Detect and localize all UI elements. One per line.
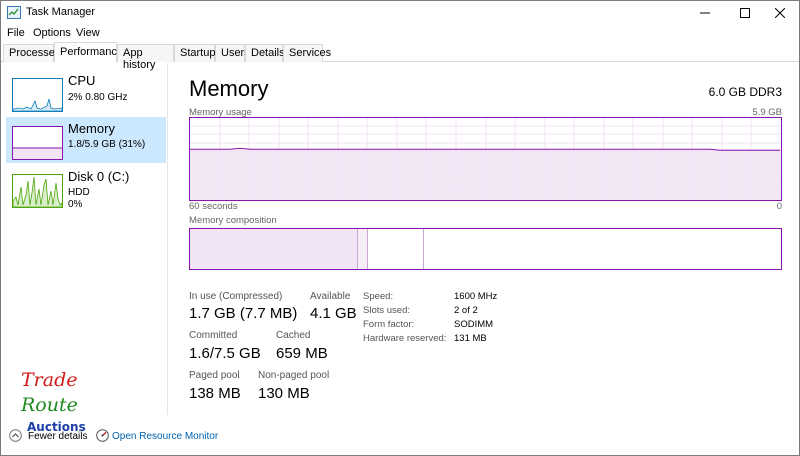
- slots-used-value: 2 of 2: [454, 305, 478, 316]
- in-use-label: In use (Compressed): [189, 291, 283, 302]
- tab-processes[interactable]: Processes: [3, 44, 60, 62]
- committed-value: 1.6/7.5 GB: [189, 345, 261, 362]
- close-button[interactable]: [761, 1, 799, 24]
- performance-sidebar: CPU 2% 0.80 GHz Memory 1.8/5.9 GB (31%) …: [1, 63, 168, 415]
- sidebar-item-disk[interactable]: Disk 0 (C:) HDD 0%: [6, 165, 166, 211]
- memory-spec: 6.0 GB DDR3: [708, 85, 782, 99]
- sidebar-cpu-title: CPU: [68, 73, 96, 88]
- sidebar-item-cpu[interactable]: CPU 2% 0.80 GHz: [6, 69, 166, 115]
- memory-thumbnail-graph: [12, 126, 63, 160]
- form-factor-value: SODIMM: [454, 319, 494, 330]
- title-bar: Task Manager: [1, 1, 799, 24]
- time-zero-label: 0: [776, 201, 782, 212]
- close-icon: [775, 7, 785, 18]
- sidebar-memory-usage: 1.8/5.9 GB (31%): [68, 139, 146, 150]
- tab-performance[interactable]: Performance: [54, 42, 123, 63]
- open-resource-monitor-link[interactable]: Open Resource Monitor: [112, 431, 218, 442]
- memory-composition-bar: [189, 228, 782, 270]
- minimize-button[interactable]: [686, 1, 724, 24]
- speed-label: Speed:: [363, 291, 394, 302]
- tab-bar: Processes Performance App history Startu…: [1, 42, 799, 71]
- menu-options[interactable]: Options: [33, 27, 71, 39]
- sidebar-disk-title: Disk 0 (C:): [68, 169, 130, 184]
- sidebar-cpu-usage: 2% 0.80 GHz: [68, 92, 128, 103]
- cpu-thumbnail-graph: [12, 78, 63, 112]
- task-manager-window: Task Manager File Options View Processes…: [0, 0, 800, 456]
- hardware-reserved-label: Hardware reserved:: [363, 333, 447, 344]
- footer-bar: Fewer details Open Resource Monitor: [1, 423, 799, 455]
- menu-file[interactable]: File: [7, 27, 25, 39]
- svg-text:Auctions: Auctions: [27, 420, 86, 434]
- slots-used-label: Slots used:: [363, 305, 410, 316]
- svg-text:Route: Route: [20, 394, 78, 416]
- non-paged-pool-label: Non-paged pool: [258, 370, 330, 381]
- page-title: Memory: [189, 76, 269, 101]
- menu-view[interactable]: View: [76, 27, 100, 39]
- svg-text:Trade: Trade: [21, 369, 78, 391]
- committed-label: Committed: [189, 330, 238, 341]
- composition-standby: [368, 229, 424, 269]
- sidebar-disk-usage: 0%: [68, 199, 83, 210]
- tab-startup[interactable]: Startup: [174, 44, 215, 62]
- hardware-reserved-value: 131 MB: [454, 333, 487, 344]
- memory-composition-label: Memory composition: [189, 215, 277, 226]
- paged-pool-label: Paged pool: [189, 370, 240, 381]
- available-value: 4.1 GB: [310, 305, 357, 322]
- memory-usage-graph: [189, 117, 782, 201]
- composition-in-use: [190, 229, 358, 269]
- cached-label: Cached: [276, 330, 311, 341]
- usage-fill-area: [190, 149, 781, 200]
- window-title: Task Manager: [26, 6, 96, 18]
- form-factor-label: Form factor:: [363, 319, 415, 330]
- memory-panel: Memory 6.0 GB DDR3 Memory usage 5.9 GB 6…: [189, 63, 782, 423]
- tab-users[interactable]: Users: [215, 44, 250, 62]
- available-label: Available: [310, 291, 351, 302]
- memory-usage-plot: [190, 118, 781, 200]
- cached-value: 659 MB: [276, 345, 328, 362]
- speed-value: 1600 MHz: [454, 291, 498, 302]
- minimize-icon: [700, 12, 710, 13]
- tab-details[interactable]: Details: [245, 44, 285, 62]
- disk-thumbnail-graph: [12, 174, 63, 208]
- paged-pool-value: 138 MB: [189, 385, 241, 402]
- composition-modified: [358, 229, 368, 269]
- tab-app-history[interactable]: App history: [117, 44, 174, 71]
- menu-bar: File Options View: [1, 25, 799, 42]
- tab-services[interactable]: Services: [283, 44, 331, 62]
- maximize-button[interactable]: [726, 1, 764, 24]
- trade-route-auctions-logo: Trade Route Auctions: [19, 369, 99, 441]
- non-paged-pool-value: 130 MB: [258, 385, 310, 402]
- task-manager-icon: [7, 6, 21, 19]
- maximize-icon: [740, 7, 750, 18]
- sidebar-memory-title: Memory: [68, 121, 115, 136]
- in-use-value: 1.7 GB (7.7 MB): [189, 305, 298, 322]
- sidebar-item-memory[interactable]: Memory 1.8/5.9 GB (31%): [6, 117, 166, 163]
- sidebar-disk-type: HDD: [68, 187, 90, 198]
- time-span-label: 60 seconds: [189, 201, 238, 212]
